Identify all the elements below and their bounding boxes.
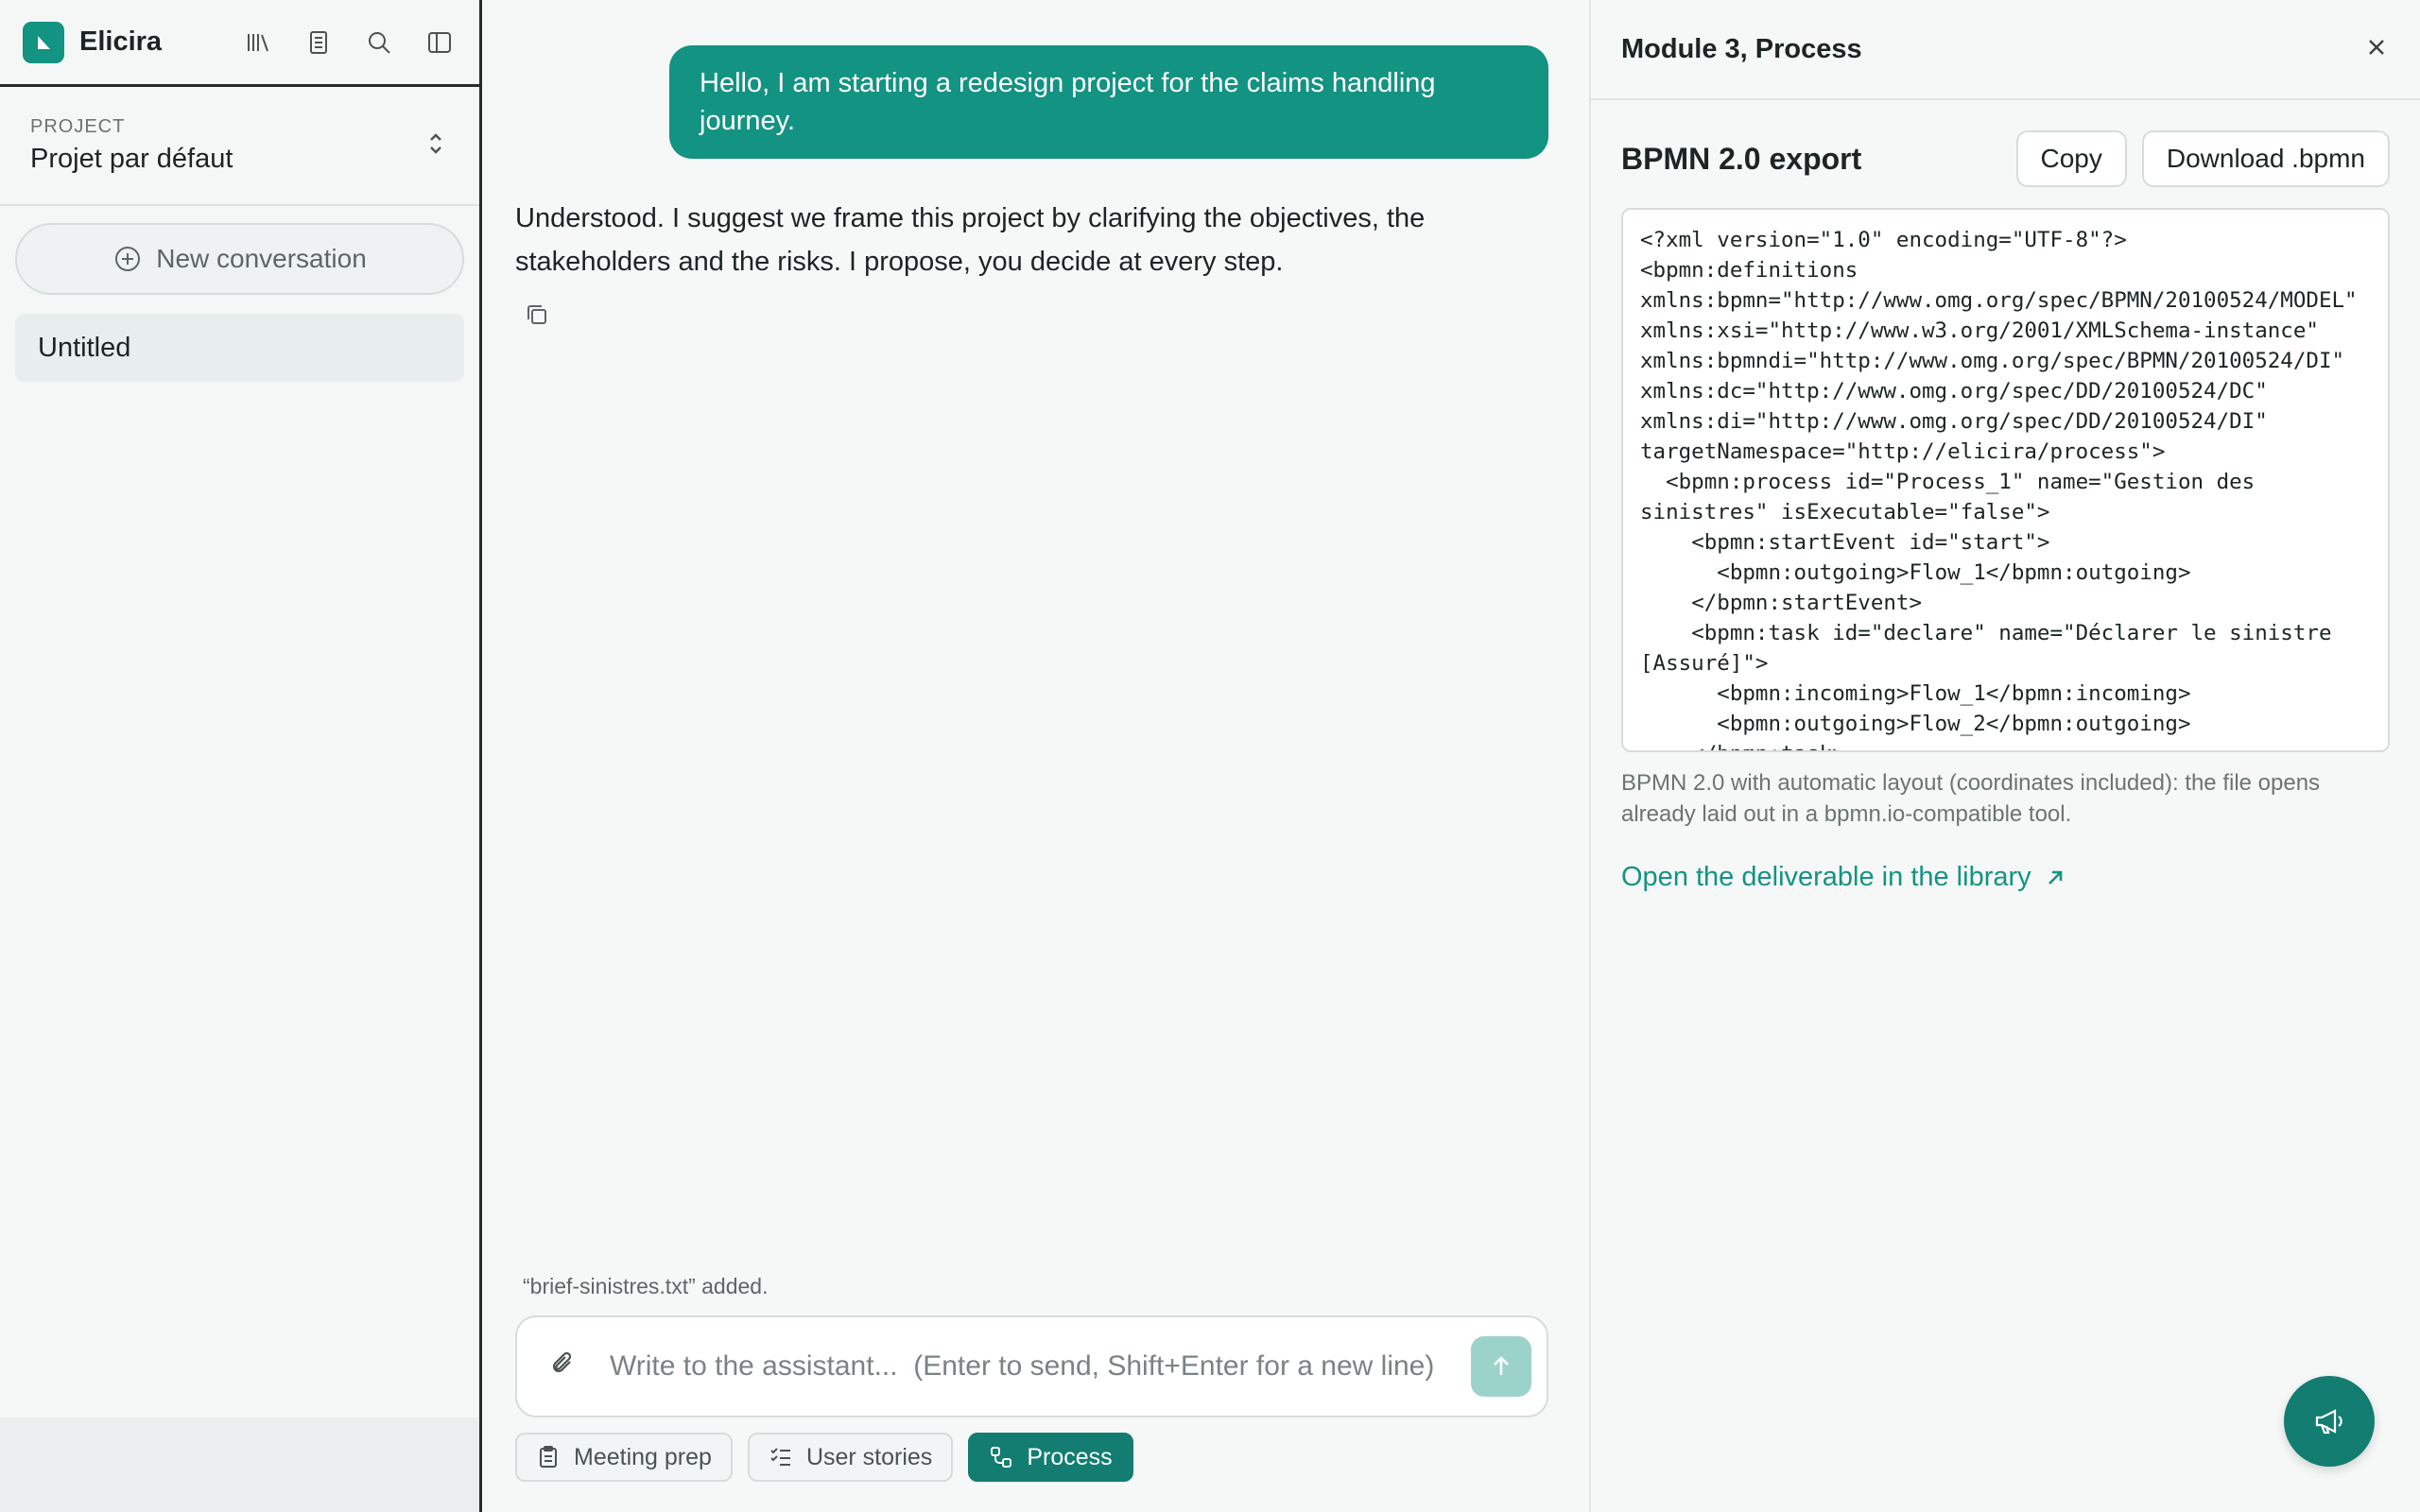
chip-label: Process xyxy=(1027,1443,1113,1470)
bpmn-xml-textarea[interactable]: <?xml version="1.0" encoding="UTF-8"?> <… xyxy=(1621,208,2390,752)
sidebar: Elicira PROJECT Projet par défaut New co… xyxy=(0,0,482,1512)
app-name: Elicira xyxy=(79,26,163,57)
external-arrow-icon xyxy=(2048,870,2062,885)
export-header: BPMN 2.0 export Copy Download .bpmn xyxy=(1591,100,2420,187)
app-logo[interactable] xyxy=(23,21,64,63)
chevron-up-down-icon xyxy=(423,130,449,162)
toggle-sidebar-icon[interactable] xyxy=(423,26,457,60)
chat-area: Hello, I am starting a redesign project … xyxy=(485,0,1589,1512)
sidebar-footer xyxy=(0,1418,479,1512)
message-composer xyxy=(515,1315,1548,1418)
feedback-button[interactable] xyxy=(2284,1376,2375,1467)
panel-title: Module 3, Process xyxy=(1621,33,1862,64)
conversation-item[interactable]: Untitled xyxy=(15,314,464,382)
conversation-title: Untitled xyxy=(38,332,131,363)
panel-header: Module 3, Process xyxy=(1591,0,2420,100)
list-check-icon xyxy=(770,1448,790,1466)
plus-circle-icon xyxy=(115,247,141,271)
open-library-label: Open the deliverable in the library xyxy=(1621,862,2031,892)
export-actions: Copy Download .bpmn xyxy=(2015,130,2390,187)
user-message: Hello, I am starting a redesign project … xyxy=(669,45,1548,159)
close-icon[interactable] xyxy=(2363,34,2390,65)
chip-user-stories[interactable]: User stories xyxy=(747,1433,954,1482)
message-input[interactable] xyxy=(610,1350,1471,1383)
logo-mark-icon xyxy=(38,35,50,49)
chip-label: User stories xyxy=(805,1443,933,1470)
flow-icon xyxy=(991,1447,1012,1468)
arrow-up-icon xyxy=(1494,1356,1509,1375)
new-conversation-label: New conversation xyxy=(156,244,367,273)
module-chips: Meeting prep User stories Process xyxy=(515,1433,1133,1482)
export-note: BPMN 2.0 with automatic layout (coordina… xyxy=(1621,770,2321,827)
search-icon[interactable] xyxy=(362,26,396,60)
assistant-message: Understood. I suggest we frame this proj… xyxy=(515,203,1426,277)
copy-button[interactable]: Copy xyxy=(2015,130,2127,187)
attachment-status: “brief-sinistres.txt” added. xyxy=(523,1274,769,1298)
megaphone-icon xyxy=(2315,1409,2342,1435)
sidebar-header: Elicira xyxy=(0,0,479,87)
copy-message-icon[interactable] xyxy=(523,301,555,333)
process-panel: Module 3, Process BPMN 2.0 export Copy D… xyxy=(1589,0,2420,1512)
chip-process[interactable]: Process xyxy=(968,1433,1133,1482)
chip-meeting-prep[interactable]: Meeting prep xyxy=(515,1433,733,1482)
export-title: BPMN 2.0 export xyxy=(1621,141,1862,176)
send-button[interactable] xyxy=(1471,1336,1531,1397)
project-name: Projet par défaut xyxy=(30,144,233,174)
download-bpmn-button[interactable]: Download .bpmn xyxy=(2141,130,2390,187)
document-icon[interactable] xyxy=(302,26,336,60)
sidebar-toolbar xyxy=(241,26,457,60)
project-label: PROJECT xyxy=(30,116,126,137)
new-conversation-button[interactable]: New conversation xyxy=(15,223,464,295)
chip-label: Meeting prep xyxy=(574,1443,712,1470)
paperclip-icon[interactable] xyxy=(547,1349,579,1385)
open-library-link[interactable]: Open the deliverable in the library xyxy=(1621,862,2066,893)
project-selector[interactable]: PROJECT Projet par défaut xyxy=(0,87,479,206)
clipboard-icon xyxy=(540,1446,557,1468)
library-icon[interactable] xyxy=(241,26,275,60)
